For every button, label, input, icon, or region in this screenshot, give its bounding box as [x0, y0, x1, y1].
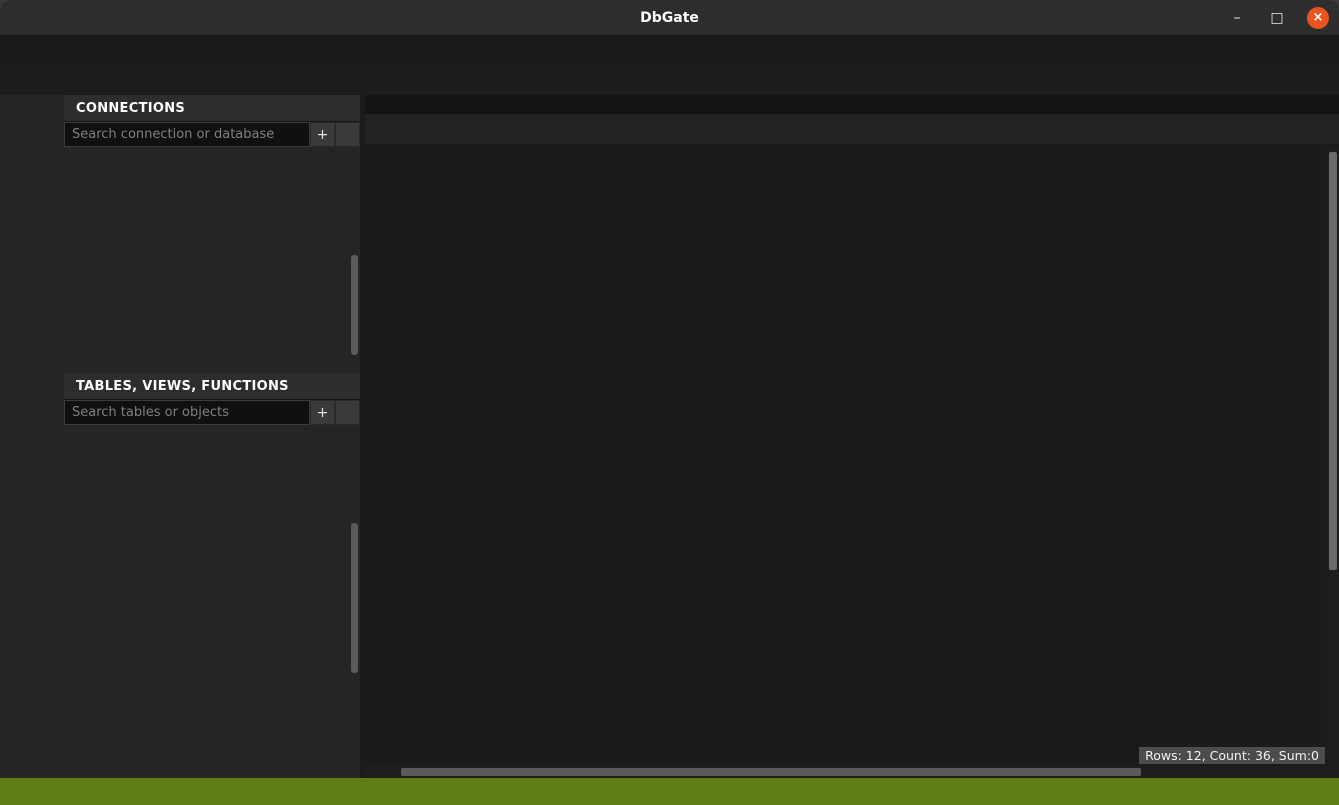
- status-bar: [0, 778, 1339, 805]
- window-title: DbGate: [0, 10, 1339, 26]
- selection-stats-badge: Rows: 12, Count: 36, Sum:0: [1139, 747, 1325, 764]
- tables-panel-title: TABLES, VIEWS, FUNCTIONS: [64, 373, 360, 400]
- add-table-small-button[interactable]: +: [310, 400, 335, 425]
- tables-search-input[interactable]: [64, 400, 310, 425]
- database-tab-strip: [365, 95, 1339, 114]
- menu-bar: [0, 36, 1339, 64]
- connections-panel-title: CONNECTIONS: [64, 95, 360, 122]
- title-bar: DbGate – □ ×: [0, 0, 1339, 36]
- tables-scrollbar[interactable]: [351, 523, 358, 673]
- grid-vertical-scrollbar[interactable]: [1327, 150, 1339, 766]
- minimize-button[interactable]: –: [1227, 10, 1247, 26]
- data-grid: Rows: 12, Count: 36, Sum:0: [365, 150, 1339, 778]
- toolbar: [0, 64, 1339, 95]
- tables-refresh-button[interactable]: [335, 400, 360, 425]
- object-tab-strip: [365, 114, 1339, 144]
- grid-horizontal-scrollbar[interactable]: [365, 766, 1339, 778]
- left-panel: CONNECTIONS + TABLES, VIEWS, FUNCTIONS +: [64, 95, 360, 778]
- connections-scrollbar[interactable]: [351, 255, 358, 355]
- connections-refresh-button[interactable]: [335, 122, 360, 147]
- close-button[interactable]: ×: [1307, 7, 1329, 29]
- icon-rail: [0, 95, 64, 778]
- add-connection-small-button[interactable]: +: [310, 122, 335, 147]
- connections-search-input[interactable]: [64, 122, 310, 147]
- dbgate-window: DbGate – □ × CONNECTIONS + TABLES, VIEWS…: [0, 0, 1339, 805]
- maximize-button[interactable]: □: [1267, 10, 1287, 26]
